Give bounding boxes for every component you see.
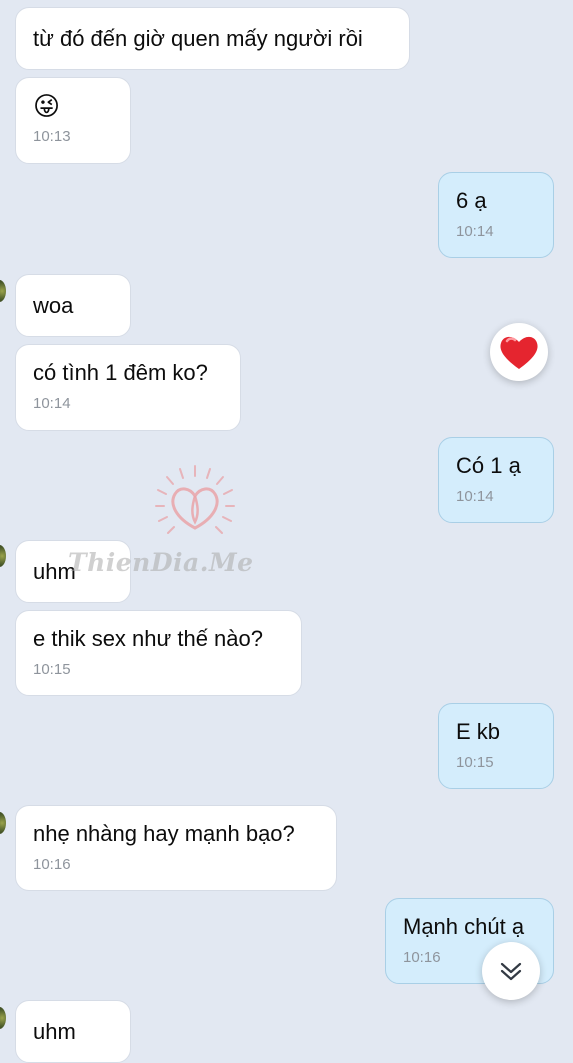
- avatar[interactable]: [0, 545, 6, 567]
- message-bubble-outgoing[interactable]: Có 1 ạ 10:14: [438, 437, 554, 523]
- message-text: uhm: [33, 1019, 76, 1044]
- message-bubble-incoming[interactable]: uhm: [15, 540, 131, 603]
- message-bubble-incoming[interactable]: từ đó đến giờ quen mấy người rồi: [15, 7, 410, 70]
- message-text: woa: [33, 293, 74, 318]
- message-bubble-incoming[interactable]: có tình 1 đêm ko? 10:14: [15, 344, 241, 431]
- message-text: Có 1 ạ: [456, 453, 521, 478]
- avatar[interactable]: [0, 1007, 6, 1029]
- scroll-to-bottom-button[interactable]: [482, 942, 540, 1000]
- message-time: 10:15: [456, 754, 494, 771]
- message-text: 6 ạ: [456, 188, 487, 213]
- message-time: 10:16: [33, 856, 71, 873]
- message-bubble-outgoing[interactable]: E kb 10:15: [438, 703, 554, 789]
- message-text: có tình 1 đêm ko?: [33, 360, 208, 385]
- message-text: E kb: [456, 719, 501, 744]
- message-time: 10:14: [456, 488, 494, 505]
- message-bubble-outgoing[interactable]: 6 ạ 10:14: [438, 172, 554, 258]
- message-time: 10:15: [33, 661, 71, 678]
- message-time: 10:14: [456, 223, 494, 240]
- avatar[interactable]: [0, 280, 6, 302]
- message-time: 10:14: [33, 395, 71, 412]
- heart-icon: [500, 336, 538, 369]
- message-text: nhẹ nhàng hay mạnh bạo?: [33, 821, 295, 846]
- message-text: từ đó đến giờ quen mấy người rồi: [33, 26, 363, 51]
- message-bubble-incoming[interactable]: 😜 10:13: [15, 77, 131, 164]
- avatar[interactable]: [0, 812, 6, 834]
- message-bubble-incoming[interactable]: woa: [15, 274, 131, 337]
- heart-logo-icon: [155, 465, 235, 534]
- message-text: uhm: [33, 559, 76, 584]
- double-chevron-down-icon: [500, 962, 522, 981]
- wink-tongue-emoji: 😜: [33, 91, 61, 121]
- reaction-badge[interactable]: [490, 323, 548, 381]
- message-bubble-incoming[interactable]: uhm: [15, 1000, 131, 1063]
- message-bubble-incoming[interactable]: e thik sex như thế nào? 10:15: [15, 610, 302, 696]
- message-text: e thik sex như thế nào?: [33, 626, 263, 651]
- message-time: 10:13: [33, 128, 71, 145]
- message-bubble-incoming[interactable]: nhẹ nhàng hay mạnh bạo? 10:16: [15, 805, 337, 891]
- message-text: Mạnh chút ạ: [403, 914, 525, 939]
